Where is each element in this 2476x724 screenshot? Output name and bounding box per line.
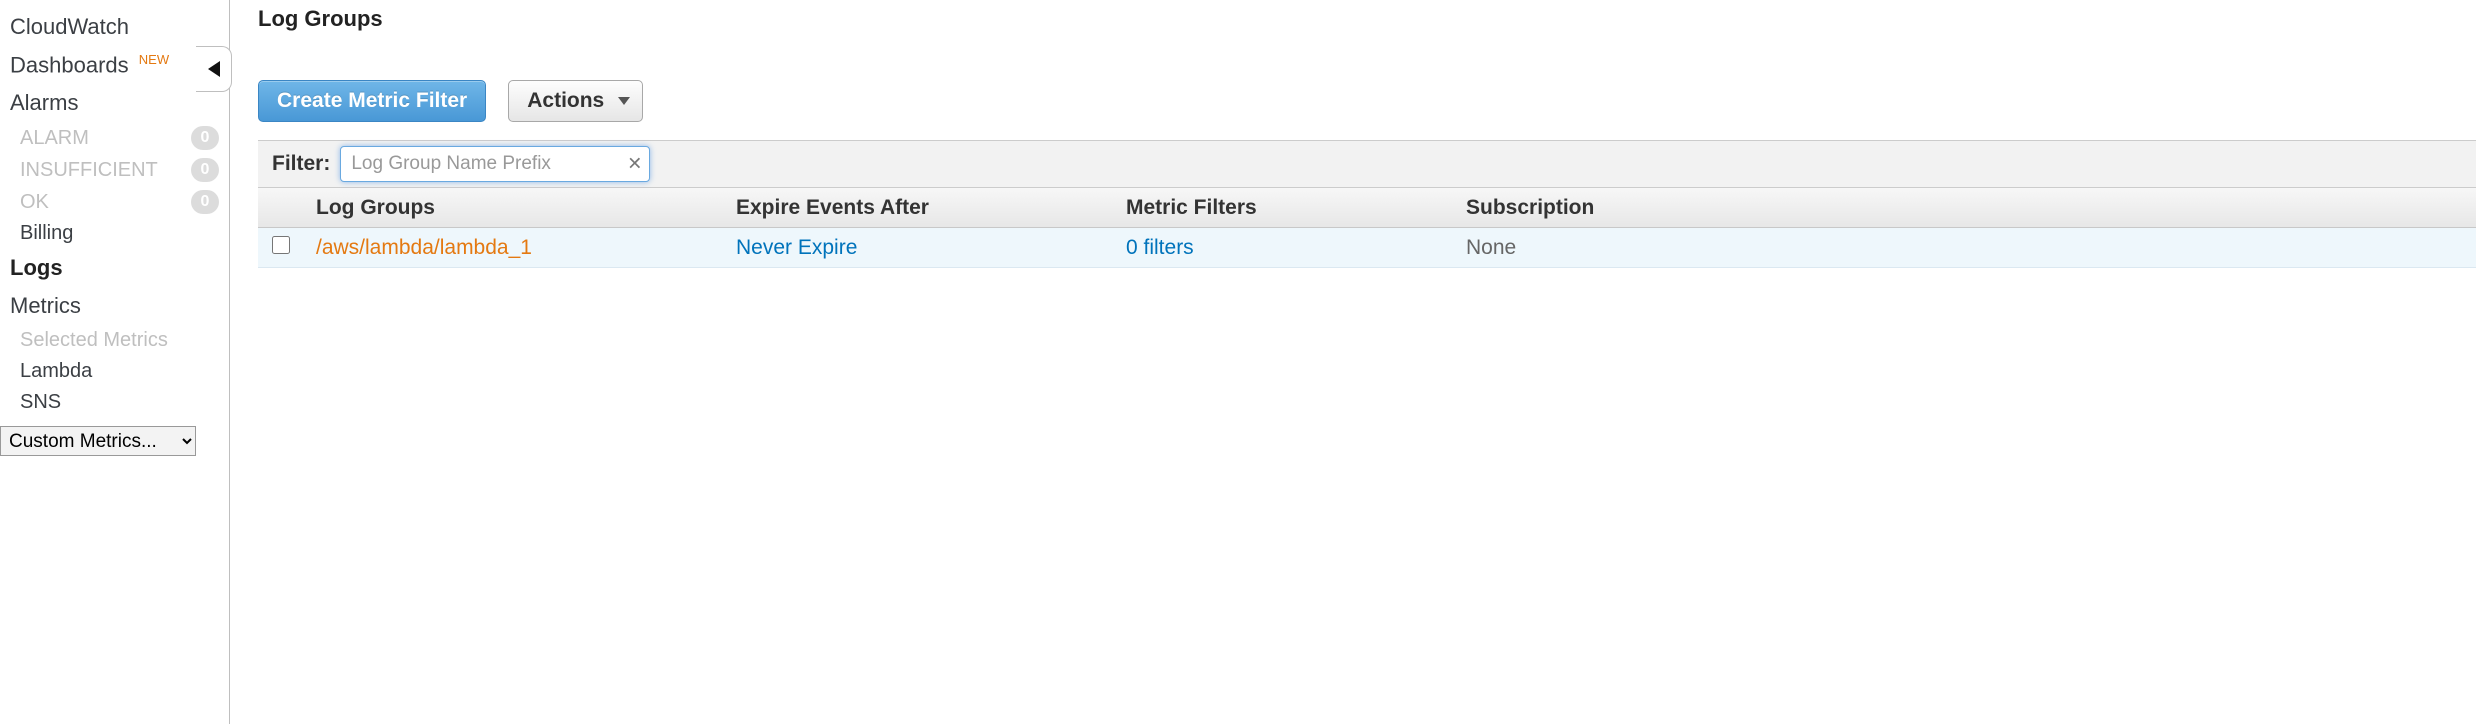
nav-cloudwatch[interactable]: CloudWatch xyxy=(0,8,229,46)
col-subscriptions[interactable]: Subscription xyxy=(1466,196,1686,220)
alarm-state-count: 0 xyxy=(191,126,219,150)
alarm-state-label: INSUFFICIENT xyxy=(20,159,158,182)
lambda-label: Lambda xyxy=(20,360,92,383)
nav-sns[interactable]: SNS xyxy=(0,387,229,418)
alarm-state-label: ALARM xyxy=(20,127,89,150)
new-badge: NEW xyxy=(139,52,169,67)
toolbar: Create Metric Filter Actions xyxy=(258,80,2476,122)
filter-input-wrap: ✕ xyxy=(340,146,650,182)
actions-button[interactable]: Actions xyxy=(508,80,643,122)
nav-billing-label: Billing xyxy=(20,222,73,245)
caret-down-icon xyxy=(618,97,630,105)
clear-icon[interactable]: ✕ xyxy=(627,154,642,175)
nav-dashboards-label: Dashboards xyxy=(10,52,129,77)
page-title: Log Groups xyxy=(258,6,2476,32)
sidebar-collapse-handle[interactable] xyxy=(196,46,232,92)
table-header: Log Groups Expire Events After Metric Fi… xyxy=(258,188,2476,228)
log-group-link[interactable]: /aws/lambda/lambda_1 xyxy=(316,236,736,260)
log-groups-table: Log Groups Expire Events After Metric Fi… xyxy=(258,188,2476,268)
nav-alarm-state-insufficient[interactable]: INSUFFICIENT 0 xyxy=(0,154,229,186)
actions-button-label: Actions xyxy=(527,89,604,113)
nav-billing[interactable]: Billing xyxy=(0,218,229,249)
filter-label: Filter: xyxy=(272,152,330,176)
create-metric-filter-button[interactable]: Create Metric Filter xyxy=(258,80,486,122)
nav-metrics[interactable]: Metrics xyxy=(0,287,229,325)
nav-dashboards[interactable]: Dashboards NEW xyxy=(0,46,229,84)
row-checkbox[interactable] xyxy=(272,236,290,254)
col-log-groups[interactable]: Log Groups xyxy=(316,196,736,220)
nav-alarms[interactable]: Alarms xyxy=(0,84,229,122)
sidebar: CloudWatch Dashboards NEW Alarms ALARM 0… xyxy=(0,0,230,724)
col-metric-filters[interactable]: Metric Filters xyxy=(1126,196,1466,220)
col-expire[interactable]: Expire Events After xyxy=(736,196,1126,220)
selected-metrics-label: Selected Metrics xyxy=(20,329,168,352)
expire-link[interactable]: Never Expire xyxy=(736,236,1126,260)
arrow-left-icon xyxy=(208,61,220,77)
alarm-state-count: 0 xyxy=(191,190,219,214)
custom-metrics-select[interactable]: Custom Metrics... xyxy=(0,426,196,456)
main-panel: Log Groups Create Metric Filter Actions … xyxy=(258,0,2476,268)
alarm-state-count: 0 xyxy=(191,158,219,182)
table-row: /aws/lambda/lambda_1 Never Expire 0 filt… xyxy=(258,228,2476,268)
filter-bar: Filter: ✕ xyxy=(258,140,2476,188)
nav-selected-metrics[interactable]: Selected Metrics xyxy=(0,325,229,356)
subscriptions-cell: None xyxy=(1466,236,1686,260)
alarm-state-label: OK xyxy=(20,191,49,214)
nav-alarm-state-ok[interactable]: OK 0 xyxy=(0,186,229,218)
sns-label: SNS xyxy=(20,391,61,414)
nav-logs[interactable]: Logs xyxy=(0,249,229,287)
nav-alarm-state-alarm[interactable]: ALARM 0 xyxy=(0,122,229,154)
nav-lambda[interactable]: Lambda xyxy=(0,356,229,387)
filter-input[interactable] xyxy=(340,146,650,182)
filters-link[interactable]: 0 filters xyxy=(1126,236,1466,260)
